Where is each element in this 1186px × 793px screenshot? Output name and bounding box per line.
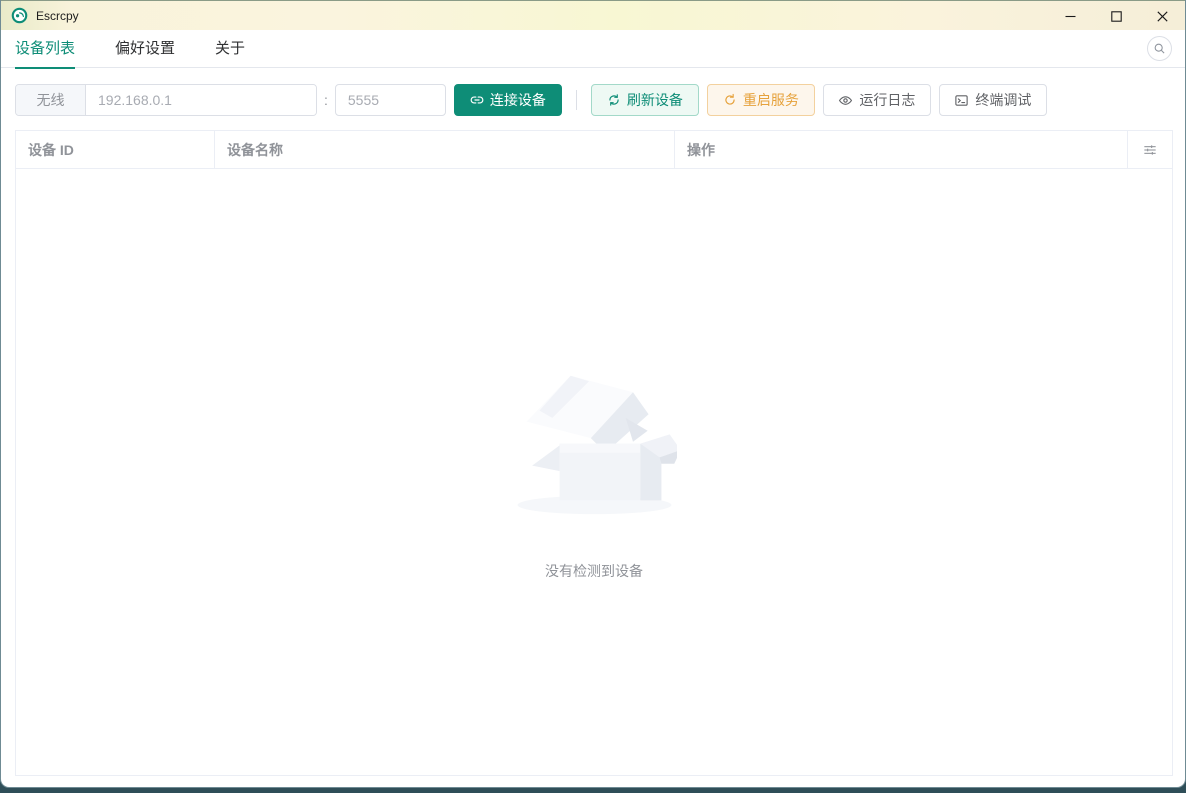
toolbar-divider xyxy=(575,90,577,110)
app-logo-icon xyxy=(11,7,28,24)
refresh-devices-button[interactable]: 刷新设备 xyxy=(590,84,699,116)
minimize-button[interactable] xyxy=(1047,1,1093,31)
wireless-address-group: 无线 xyxy=(15,84,317,116)
empty-state-text: 没有检测到设备 xyxy=(545,563,643,579)
tab-preferences[interactable]: 偏好设置 xyxy=(115,30,175,68)
device-table: 设备 ID 设备名称 操作 没有检测到设备 xyxy=(15,130,1173,776)
empty-box-icon xyxy=(517,375,677,515)
port-input[interactable] xyxy=(334,84,446,116)
tab-about[interactable]: 关于 xyxy=(215,30,245,68)
restart-icon xyxy=(725,93,735,105)
column-settings-icon xyxy=(1144,144,1156,155)
column-device-id: 设备 ID xyxy=(16,131,215,168)
app-window: Escrcpy 设备列表 偏好设置 关于 无线 : xyxy=(0,0,1186,788)
connect-device-label: 连接设备 xyxy=(489,92,546,108)
close-icon xyxy=(1156,10,1168,22)
search-icon xyxy=(1154,43,1165,54)
connect-device-button[interactable]: 连接设备 xyxy=(453,84,562,116)
restart-service-button[interactable]: 重启服务 xyxy=(706,84,815,116)
port-separator: : xyxy=(324,92,328,108)
close-button[interactable] xyxy=(1139,1,1185,31)
ip-address-input[interactable] xyxy=(86,85,316,115)
terminal-icon xyxy=(955,94,969,106)
tab-bar: 设备列表 偏好设置 关于 xyxy=(1,30,1185,69)
titlebar: Escrcpy xyxy=(1,0,1185,30)
window-controls xyxy=(1047,1,1185,31)
column-device-name: 设备名称 xyxy=(215,131,675,168)
device-table-body: 没有检测到设备 xyxy=(16,169,1172,775)
view-logs-icon xyxy=(839,95,853,105)
terminal-debug-label: 终端调试 xyxy=(975,92,1032,108)
run-logs-button[interactable]: 运行日志 xyxy=(822,84,931,116)
column-settings-button[interactable] xyxy=(1128,131,1172,168)
connection-icon xyxy=(470,96,484,104)
run-logs-label: 运行日志 xyxy=(859,92,916,108)
minimize-icon xyxy=(1065,15,1075,17)
terminal-debug-button[interactable]: 终端调试 xyxy=(938,84,1047,116)
wireless-label: 无线 xyxy=(16,85,86,115)
tab-device-list[interactable]: 设备列表 xyxy=(15,30,76,69)
search-button[interactable] xyxy=(1147,36,1172,61)
maximize-button[interactable] xyxy=(1093,1,1139,31)
restart-service-label: 重启服务 xyxy=(742,92,799,108)
refresh-devices-label: 刷新设备 xyxy=(626,92,683,108)
empty-state: 没有检测到设备 xyxy=(512,169,677,581)
column-operations: 操作 xyxy=(675,131,1128,168)
maximize-icon xyxy=(1110,10,1122,22)
refresh-icon xyxy=(609,94,619,106)
connection-toolbar: 无线 : 连接设备 刷新设备 重启服务 xyxy=(15,84,1171,116)
device-table-header: 设备 ID 设备名称 操作 xyxy=(16,131,1172,169)
window-title: Escrcpy xyxy=(36,8,79,23)
